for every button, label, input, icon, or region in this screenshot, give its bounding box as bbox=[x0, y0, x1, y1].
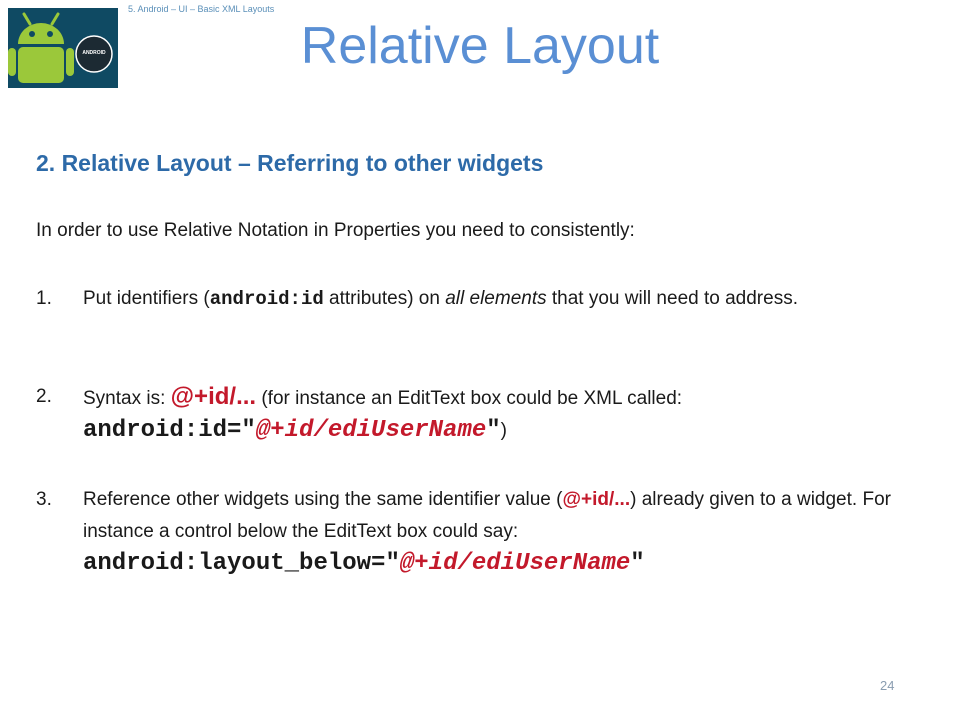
intro-text: In order to use Relative Notation in Pro… bbox=[36, 220, 635, 241]
list-item: 1. Put identifiers (android:id attribute… bbox=[36, 283, 916, 315]
list-item: 2. Syntax is: @+id/... (for instance an … bbox=[36, 381, 916, 447]
list-number: 3. bbox=[36, 489, 52, 510]
code-quote: " bbox=[486, 417, 501, 444]
header-caption: 5. Android – UI – Basic XML Layouts bbox=[128, 4, 275, 14]
page-title: Relative Layout bbox=[300, 17, 660, 75]
text: ) bbox=[500, 420, 507, 441]
section-subtitle: 2. Relative Layout – Referring to other … bbox=[36, 150, 544, 176]
emphasis-text: all elements bbox=[445, 288, 547, 309]
syntax-highlight: @+id/... bbox=[170, 383, 257, 410]
code-attribute: android:id=" bbox=[83, 417, 256, 444]
text: (for instance an EditText box could be X… bbox=[256, 388, 683, 409]
code-value: @+id/ediUserName bbox=[255, 417, 487, 444]
text: Syntax is: bbox=[83, 388, 171, 409]
text: attributes) on bbox=[323, 288, 446, 309]
code-quote: " bbox=[630, 550, 645, 577]
list-item: 3. Reference other widgets using the sam… bbox=[36, 484, 916, 580]
code-android-id: android:id bbox=[209, 288, 324, 310]
code-value: @+id/ediUserName bbox=[399, 550, 631, 577]
list-number: 2. bbox=[36, 386, 52, 407]
list-number: 1. bbox=[36, 288, 52, 309]
text: that you will need to address. bbox=[546, 288, 798, 309]
page-number: 24 bbox=[880, 678, 895, 693]
text: Put identifiers ( bbox=[83, 288, 210, 309]
syntax-highlight: @+id/... bbox=[562, 489, 631, 510]
code-attribute: android:layout_below=" bbox=[83, 550, 400, 577]
text: Reference other widgets using the same i… bbox=[83, 489, 563, 510]
